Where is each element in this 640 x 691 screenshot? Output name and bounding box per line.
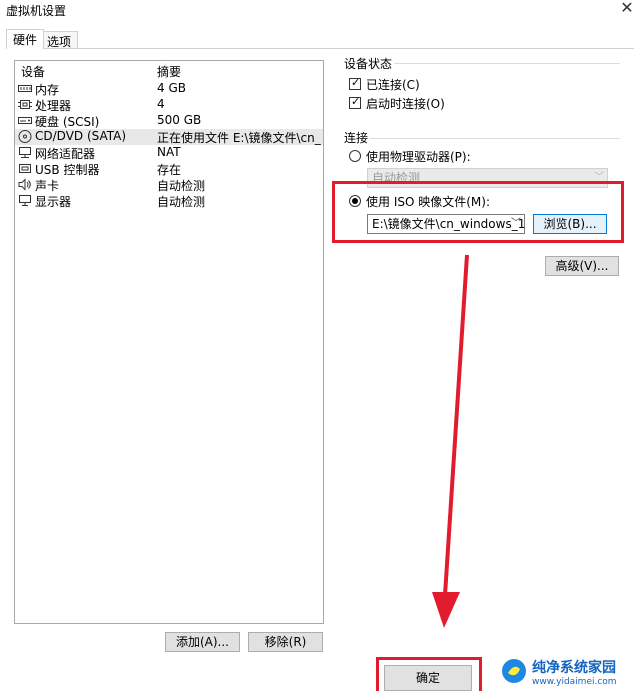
device-row-processor[interactable]: 处理器 4 xyxy=(15,97,323,113)
connect-at-power-on-checkbox-box[interactable]: ✓ xyxy=(349,95,361,109)
arrow-down-icon xyxy=(432,254,469,628)
check-icon: ✓ xyxy=(351,95,361,108)
tab-divider xyxy=(6,48,634,49)
device-name: 声卡 xyxy=(35,179,60,193)
device-summary: 500 GB xyxy=(157,113,202,127)
device-name: 网络适配器 xyxy=(35,147,96,161)
watermark-url: www.yidaimei.com xyxy=(532,677,617,687)
device-name: USB 控制器 xyxy=(35,163,100,177)
watermark-brand: 纯净系统家园 xyxy=(532,660,616,676)
device-row-cd-dvd[interactable]: CD/DVD (SATA) 正在使用文件 E:\镜像文件\cn_... xyxy=(15,129,323,145)
device-summary: 正在使用文件 E:\镜像文件\cn_... xyxy=(157,131,321,145)
device-name: 硬盘 (SCSI) xyxy=(35,115,100,129)
device-summary: 自动检测 xyxy=(157,195,206,209)
connect-at-power-on-label: 启动时连接(O) xyxy=(366,97,445,111)
device-list[interactable]: 设备 摘要 内存 4 GB 处理器 4 硬盘 (SCSI) 500 GB CD/… xyxy=(14,60,324,624)
sound-card-icon xyxy=(18,178,31,191)
device-list-header: 设备 摘要 xyxy=(15,63,323,79)
device-row-usb-controller[interactable]: USB 控制器 存在 xyxy=(15,161,323,177)
tab-options[interactable]: 选项 xyxy=(40,31,79,49)
device-name: 内存 xyxy=(35,83,60,97)
display-icon xyxy=(19,195,31,206)
usb-icon xyxy=(19,164,31,173)
device-name: 处理器 xyxy=(35,99,72,113)
connection-group-line xyxy=(344,138,620,139)
device-summary: NAT xyxy=(157,145,181,159)
advanced-button[interactable]: 高级(V)... xyxy=(545,256,619,276)
connected-checkbox-box[interactable]: ✓ xyxy=(349,76,361,90)
column-header-summary[interactable]: 摘要 xyxy=(157,63,181,80)
physical-drive-radio-circle[interactable] xyxy=(349,150,361,162)
device-row-display[interactable]: 显示器 自动检测 xyxy=(15,193,323,209)
device-status-label: 设备状态 xyxy=(344,55,395,72)
connect-at-power-on-checkbox[interactable]: ✓ 启动时连接(O) xyxy=(349,95,489,111)
column-header-device[interactable]: 设备 xyxy=(21,63,45,80)
network-adapter-icon xyxy=(19,147,31,158)
hard-disk-icon xyxy=(18,117,32,124)
device-row-memory[interactable]: 内存 4 GB xyxy=(15,81,323,97)
watermark: 纯净系统家园 www.yidaimei.com xyxy=(500,655,640,691)
check-icon: ✓ xyxy=(351,76,361,89)
device-name: CD/DVD (SATA) xyxy=(35,129,127,143)
memory-icon xyxy=(18,85,32,92)
device-name: 显示器 xyxy=(35,195,72,209)
cpu-icon xyxy=(18,100,32,109)
tab-hardware[interactable]: 硬件 xyxy=(6,29,45,49)
device-summary: 自动检测 xyxy=(157,179,206,193)
device-summary: 存在 xyxy=(157,163,182,177)
connected-label: 已连接(C) xyxy=(366,78,420,92)
window-title: 虚拟机设置 xyxy=(6,4,67,18)
highlight-box-ok xyxy=(376,657,482,691)
watermark-logo-icon xyxy=(502,659,526,683)
connection-label: 连接 xyxy=(344,129,371,146)
device-summary: 4 xyxy=(157,97,165,111)
device-row-hard-disk[interactable]: 硬盘 (SCSI) 500 GB xyxy=(15,113,323,129)
remove-button[interactable]: 移除(R) xyxy=(248,632,323,652)
physical-drive-radio[interactable]: 使用物理驱动器(P): xyxy=(349,148,509,164)
add-button[interactable]: 添加(A)... xyxy=(165,632,240,652)
device-summary: 4 GB xyxy=(157,81,186,95)
physical-drive-label: 使用物理驱动器(P): xyxy=(366,150,471,164)
device-row-network-adapter[interactable]: 网络适配器 NAT xyxy=(15,145,323,161)
cd-dvd-icon xyxy=(18,130,32,143)
device-row-sound-card[interactable]: 声卡 自动检测 xyxy=(15,177,323,193)
highlight-box-iso xyxy=(332,181,624,243)
close-button[interactable]: ✕ xyxy=(617,0,637,17)
connected-checkbox[interactable]: ✓ 已连接(C) xyxy=(349,76,469,92)
